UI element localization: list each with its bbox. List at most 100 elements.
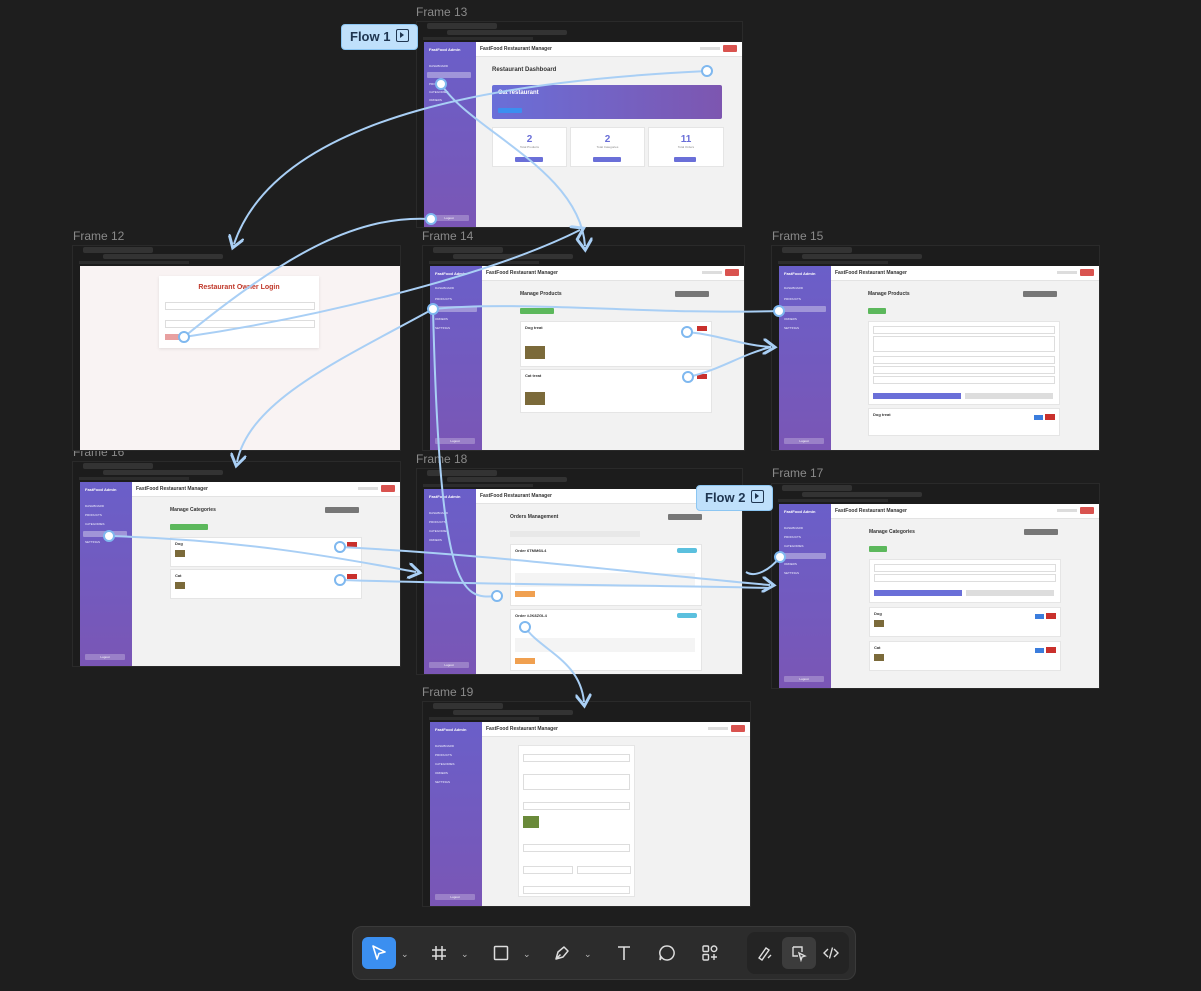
header-logout-button[interactable] <box>1080 507 1094 514</box>
cancel-button[interactable] <box>965 393 1053 399</box>
nav-products[interactable]: PRODUCTS <box>784 535 801 539</box>
name-field[interactable] <box>873 326 1055 334</box>
logout-button[interactable]: Logout <box>784 438 824 444</box>
edit-button[interactable] <box>1034 415 1043 420</box>
nav-settings[interactable]: SETTINGS <box>85 540 100 544</box>
nav-orders[interactable]: ORDERS <box>784 562 797 566</box>
category-field[interactable] <box>873 366 1055 374</box>
add-category-button[interactable] <box>170 524 208 530</box>
logout-button[interactable]: Logout <box>435 894 475 900</box>
frame-label-19[interactable]: Frame 19 <box>422 685 473 699</box>
nav-categories[interactable]: CATEGORIES <box>784 544 803 548</box>
status-field[interactable] <box>523 886 630 894</box>
edit-button[interactable] <box>1035 614 1044 619</box>
back-to-dashboard-button[interactable] <box>668 514 702 520</box>
nav-dashboard[interactable]: DASHBOARD <box>435 286 454 290</box>
chevron-down-icon[interactable]: ⌄ <box>523 949 531 960</box>
nav-categories[interactable]: CATEGORIES <box>429 90 448 94</box>
manage-products-button[interactable] <box>515 157 543 162</box>
frame-17-categories-edit[interactable]: FastFood Admin DASHBOARD PRODUCTS CATEGO… <box>772 484 1099 688</box>
dev-mode-button[interactable] <box>814 937 848 969</box>
frame-15-products-edit[interactable]: FastFood Admin DASHBOARD PRODUCTS ORDERS… <box>772 246 1099 450</box>
cancel-button[interactable] <box>966 590 1054 596</box>
address-field[interactable] <box>523 844 630 852</box>
add-product-button[interactable] <box>520 308 554 314</box>
delete-button[interactable] <box>1046 613 1056 619</box>
longitude-field[interactable] <box>577 866 631 874</box>
components-tool-button[interactable] <box>693 937 727 969</box>
manage-categories-button[interactable] <box>593 157 621 162</box>
nav-orders[interactable]: ORDERS <box>429 98 442 102</box>
email-field[interactable] <box>165 302 315 310</box>
latitude-field[interactable] <box>523 866 573 874</box>
flow-2-badge[interactable]: Flow 2 <box>696 485 774 511</box>
nav-products[interactable]: PRODUCTS <box>85 513 102 517</box>
frame-16-categories[interactable]: FastFood Admin DASHBOARD PRODUCTS CATEGO… <box>73 462 400 666</box>
frame-14-products[interactable]: FastFood Admin DASHBOARD PRODUCTS ORDERS… <box>423 246 744 450</box>
chevron-down-icon[interactable]: ⌄ <box>401 949 409 960</box>
comment-tool-button[interactable] <box>650 937 684 969</box>
nav-dashboard[interactable]: DASHBOARD <box>85 504 104 508</box>
draw-mode-button[interactable] <box>748 937 782 969</box>
nav-categories[interactable]: CATEGORIES <box>85 522 104 526</box>
nav-settings[interactable]: SETTINGS <box>784 571 799 575</box>
banner-button[interactable] <box>498 108 522 113</box>
pen-tool-button[interactable] <box>545 937 579 969</box>
view-orders-button[interactable] <box>674 157 696 162</box>
header-logout-button[interactable] <box>723 45 737 52</box>
frame-label-18[interactable]: Frame 18 <box>416 452 467 466</box>
nav-categories[interactable]: CATEGORIES <box>429 529 448 533</box>
move-tool-button[interactable] <box>362 937 396 969</box>
nav-orders[interactable]: ORDERS <box>784 317 797 321</box>
cancel-green-button[interactable] <box>869 546 887 552</box>
logout-button[interactable]: Logout <box>429 662 469 668</box>
update-button[interactable] <box>873 393 961 399</box>
image-url-field[interactable] <box>874 574 1056 582</box>
delete-button[interactable] <box>1046 647 1056 653</box>
login-button[interactable] <box>165 334 183 340</box>
nav-orders[interactable]: ORDERS <box>435 771 448 775</box>
back-to-dashboard-button[interactable] <box>1024 529 1058 535</box>
image-url-field[interactable] <box>873 376 1055 384</box>
nav-dashboard[interactable]: DASHBOARD <box>435 744 454 748</box>
nav-dashboard[interactable]: DASHBOARD <box>784 286 803 290</box>
price-field[interactable] <box>873 356 1055 364</box>
delete-button[interactable] <box>697 374 707 379</box>
delete-button[interactable] <box>1045 414 1055 420</box>
frame-label-12[interactable]: Frame 12 <box>73 229 124 243</box>
flow-1-badge[interactable]: Flow 1 <box>341 24 419 50</box>
nav-products[interactable]: PRODUCTS <box>429 82 446 86</box>
nav-products[interactable]: PRODUCTS <box>435 753 452 757</box>
header-logout-button[interactable] <box>731 725 745 732</box>
logout-button[interactable]: Logout <box>784 676 824 682</box>
frame-12-login[interactable]: Restaurant Owner Login <box>73 246 400 450</box>
nav-settings[interactable]: SETTINGS <box>435 780 450 784</box>
frame-19-settings[interactable]: FastFood Admin DASHBOARD PRODUCTS CATEGO… <box>423 702 750 906</box>
nav-dashboard[interactable]: DASHBOARD <box>784 526 803 530</box>
nav-products[interactable]: PRODUCTS <box>435 297 452 301</box>
nav-categories[interactable]: CATEGORIES <box>435 762 454 766</box>
header-logout-button[interactable] <box>1080 269 1094 276</box>
delete-button[interactable] <box>347 574 357 579</box>
chevron-down-icon[interactable]: ⌄ <box>584 949 592 960</box>
logout-button[interactable]: Logout <box>435 438 475 444</box>
edit-button[interactable] <box>1035 648 1044 653</box>
frame-label-14[interactable]: Frame 14 <box>422 229 473 243</box>
frame-label-13[interactable]: Frame 13 <box>416 5 467 19</box>
frame-label-17[interactable]: Frame 17 <box>772 466 823 480</box>
description-field[interactable] <box>523 774 630 790</box>
nav-orders[interactable]: ORDERS <box>429 538 442 542</box>
nav-products[interactable]: PRODUCTS <box>429 520 446 524</box>
name-field[interactable] <box>874 564 1056 572</box>
frame-18-orders[interactable]: FastFood Admin DASHBOARD PRODUCTS CATEGO… <box>417 469 742 674</box>
order-action-button[interactable] <box>515 658 535 664</box>
delete-button[interactable] <box>347 542 357 547</box>
password-field[interactable] <box>165 320 315 328</box>
frame-tool-button[interactable] <box>422 937 456 969</box>
back-to-dashboard-button[interactable] <box>675 291 709 297</box>
frame-13-dashboard[interactable]: FastFood Admin DASHBOARD PRODUCTS CATEGO… <box>417 22 742 227</box>
nav-settings[interactable]: SETTINGS <box>784 326 799 330</box>
header-logout-button[interactable] <box>725 269 739 276</box>
status-filter-tabs[interactable] <box>510 531 640 537</box>
delete-button[interactable] <box>697 326 707 331</box>
